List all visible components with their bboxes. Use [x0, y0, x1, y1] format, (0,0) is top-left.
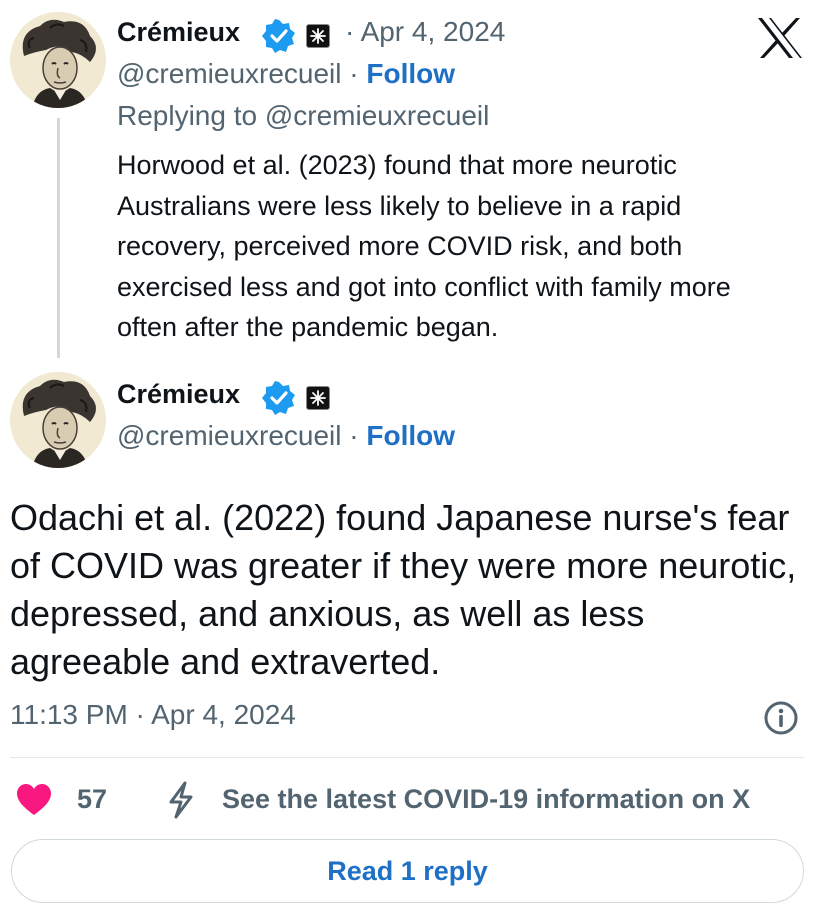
- affiliate-badge-icon[interactable]: [306, 24, 330, 48]
- tweet-date[interactable]: · Apr 4, 2024: [345, 16, 505, 48]
- follow-button[interactable]: Follow: [366, 420, 455, 451]
- read-reply-button[interactable]: Read 1 reply: [11, 839, 804, 903]
- reply-text: Horwood et al. (2023) found that more ne…: [117, 150, 731, 342]
- author-handle[interactable]: @cremieuxrecueil: [117, 58, 342, 89]
- handle-row: @cremieuxrecueil · Follow: [117, 58, 455, 90]
- tweet-timestamp[interactable]: 11:13 PM · Apr 4, 2024: [10, 699, 296, 731]
- heart-icon[interactable]: [16, 783, 52, 817]
- handle-separator: ·: [349, 420, 359, 451]
- author-name[interactable]: Crémieux: [117, 17, 240, 48]
- author-handle[interactable]: @cremieuxrecueil: [117, 420, 342, 451]
- divider: [10, 757, 804, 758]
- like-count[interactable]: 57: [77, 784, 107, 815]
- covid-info-link[interactable]: See the latest COVID-19 information on X: [222, 784, 750, 815]
- follow-button[interactable]: Follow: [366, 58, 455, 89]
- lightning-icon[interactable]: [161, 780, 201, 820]
- replying-to[interactable]: Replying to @cremieuxrecueil: [117, 100, 489, 132]
- date-text[interactable]: Apr 4, 2024: [361, 16, 506, 47]
- author-name[interactable]: Crémieux: [117, 379, 240, 410]
- avatar[interactable]: [10, 12, 106, 108]
- read-reply-label: Read 1 reply: [327, 855, 488, 886]
- x-logo-icon[interactable]: [756, 16, 804, 60]
- avatar[interactable]: [10, 372, 106, 468]
- date-separator: ·: [345, 16, 355, 47]
- handle-separator: ·: [349, 58, 359, 89]
- verified-badge-icon: [262, 19, 296, 53]
- tweet-text: Odachi et al. (2022) found Japanese nurs…: [10, 497, 797, 682]
- info-icon[interactable]: [763, 700, 799, 736]
- verified-badge-icon: [262, 381, 296, 415]
- thread-line: [57, 118, 60, 358]
- affiliate-badge-icon[interactable]: [306, 386, 330, 410]
- handle-row: @cremieuxrecueil · Follow: [117, 420, 455, 452]
